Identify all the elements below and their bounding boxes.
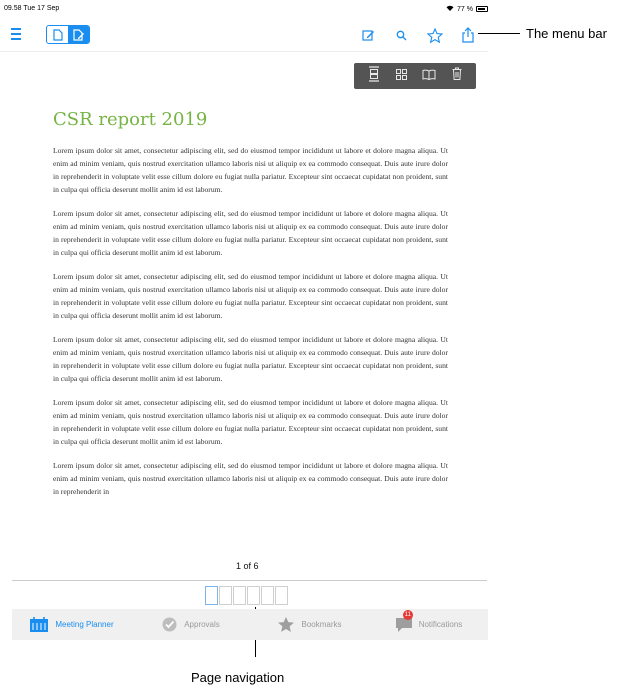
book-icon[interactable] xyxy=(422,67,436,85)
menu-bar xyxy=(0,18,488,52)
page-thumbnail[interactable] xyxy=(219,586,232,605)
search-icon[interactable] xyxy=(392,26,410,44)
wifi-icon xyxy=(446,5,454,13)
page-layout-icon[interactable] xyxy=(368,65,380,87)
menu-icon[interactable] xyxy=(9,28,23,40)
page-tools-toolbar xyxy=(354,63,476,89)
battery-percentage: 77 % xyxy=(457,5,473,13)
page-indicator: 1 of 6 xyxy=(233,560,262,572)
page-navigation-divider xyxy=(12,580,487,581)
chat-bubble-icon: 11 xyxy=(395,609,413,633)
status-bar: 09.58 Tue 17 Sep 77 % xyxy=(0,0,488,16)
document-body: Lorem ipsum dolor sit amet, consectetur … xyxy=(53,144,448,575)
paragraph: Lorem ipsum dolor sit amet, consectetur … xyxy=(53,398,448,446)
battery-icon xyxy=(476,6,488,12)
page-view-icon[interactable] xyxy=(47,26,68,43)
paragraph: Lorem ipsum dolor sit amet, consectetur … xyxy=(53,335,448,383)
page-navigation-callout: Page navigation xyxy=(191,670,285,685)
tab-label: Notifications xyxy=(418,620,463,629)
paragraph: Lorem ipsum dolor sit amet, consectetur … xyxy=(53,272,448,320)
tab-bookmarks[interactable]: Bookmarks xyxy=(250,609,369,640)
page-thumbnail-strip[interactable] xyxy=(205,586,288,605)
tab-label: Meeting Planner xyxy=(55,620,114,629)
edit-icon[interactable] xyxy=(359,26,377,44)
view-mode-toggle xyxy=(46,25,90,44)
paragraph: Lorem ipsum dolor sit amet, consectetur … xyxy=(53,146,448,194)
page-thumbnail[interactable] xyxy=(205,586,218,605)
share-icon[interactable] xyxy=(459,26,477,44)
star-icon xyxy=(277,616,295,633)
paragraph: Lorem ipsum dolor sit amet, consectetur … xyxy=(53,461,448,496)
page-thumbnail[interactable] xyxy=(275,586,288,605)
bottom-tab-bar: Meeting Planner Approvals Bookmarks 11 N… xyxy=(12,609,488,640)
grid-icon[interactable] xyxy=(395,67,407,85)
trash-icon[interactable] xyxy=(452,67,462,85)
tab-label: Bookmarks xyxy=(301,620,342,629)
status-indicators: 77 % xyxy=(446,5,488,13)
tab-notifications[interactable]: 11 Notifications xyxy=(369,609,488,640)
calendar-icon xyxy=(29,616,49,633)
star-icon[interactable] xyxy=(426,26,444,44)
page-thumbnail[interactable] xyxy=(247,586,260,605)
status-time: 09.58 Tue 17 Sep xyxy=(4,5,60,12)
check-circle-icon xyxy=(161,616,178,633)
edit-view-icon[interactable] xyxy=(68,26,89,43)
paragraph: Lorem ipsum dolor sit amet, consectetur … xyxy=(53,209,448,257)
page-thumbnail[interactable] xyxy=(261,586,274,605)
document-title: CSR report 2019 xyxy=(53,109,208,130)
page-thumbnail[interactable] xyxy=(233,586,246,605)
tab-meeting-planner[interactable]: Meeting Planner xyxy=(12,609,131,640)
tab-label: Approvals xyxy=(184,620,220,629)
notification-badge: 11 xyxy=(402,609,413,620)
tab-approvals[interactable]: Approvals xyxy=(131,609,250,640)
menu-bar-callout: The menu bar xyxy=(526,26,607,41)
menu-bar-callout-line xyxy=(478,33,520,34)
